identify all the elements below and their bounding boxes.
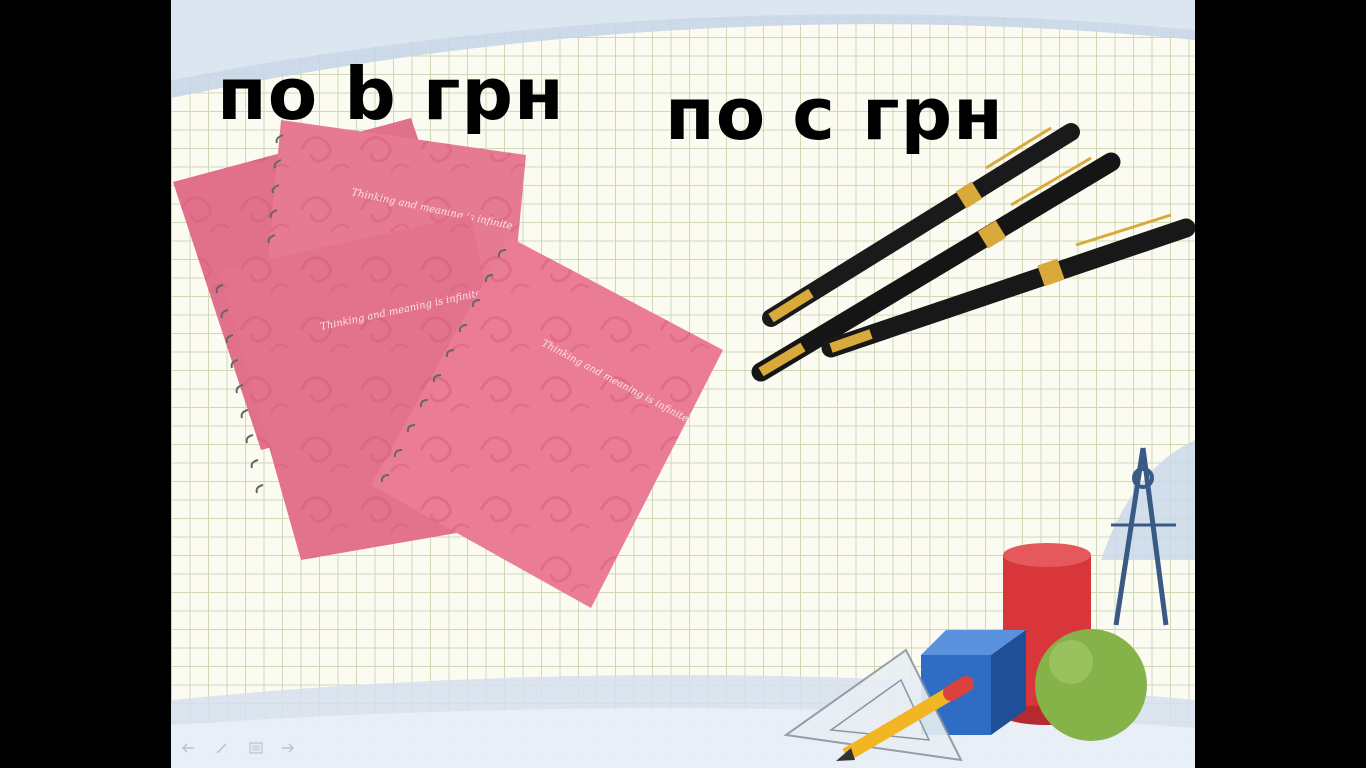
pens-price-caption: по c грн [665,72,1004,156]
menu-icon[interactable] [249,742,263,754]
compass-icon [1111,447,1176,626]
pen-icon[interactable] [215,742,229,754]
notebooks-price-caption: по b грн [217,52,565,136]
next-icon[interactable] [281,742,295,754]
slide: Thinking and meaning is infinite Thinkin… [171,0,1195,768]
prev-icon[interactable] [181,742,195,754]
sphere-shape [1035,629,1147,741]
